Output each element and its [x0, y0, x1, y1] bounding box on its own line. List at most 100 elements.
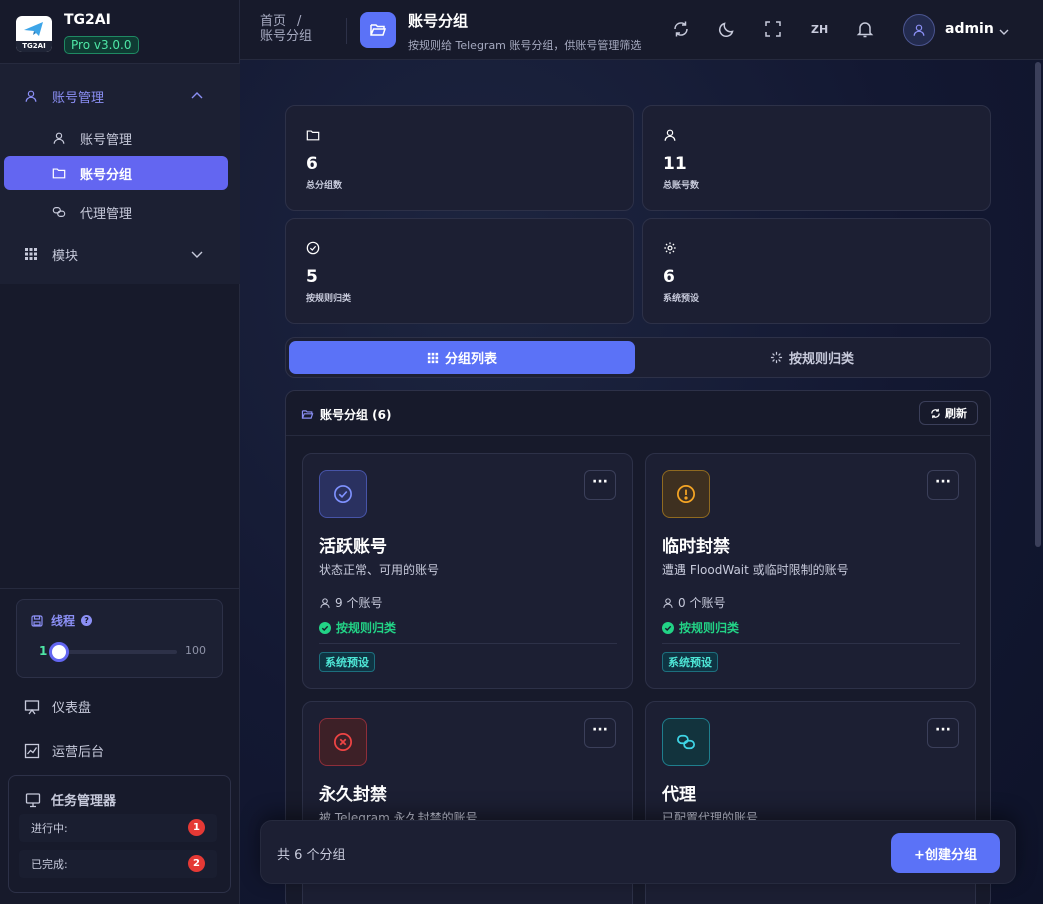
fullscreen-icon[interactable]: [764, 20, 782, 38]
view-tabs: 分组列表 按规则归类: [285, 337, 991, 378]
panel-title: 账号分组 (6): [301, 406, 392, 423]
group-desc: 状态正常、可用的账号: [319, 563, 440, 577]
x-circle-icon: [334, 733, 352, 751]
user-icon: [913, 24, 925, 36]
breadcrumb-current: 账号分组: [260, 29, 313, 44]
sidebar-item-label: 账号管理: [80, 132, 133, 148]
thread-title: 线程 ?: [31, 612, 93, 629]
scrollbar[interactable]: [1035, 62, 1041, 547]
sidebar-bottom: 线程 ? 1 100 仪表盘 运营后台 任务管理器 进行中: 1 已完成: 2: [0, 588, 240, 904]
group-name: 活跃账号: [319, 537, 387, 557]
task-row-label: 进行中:: [31, 822, 68, 835]
create-group-button[interactable]: +创建分组: [891, 833, 1000, 873]
stat-label: 按规则归类: [306, 294, 352, 304]
stat-label: 系统预设: [663, 294, 700, 304]
bell-icon[interactable]: [856, 20, 874, 38]
breadcrumb-home[interactable]: 首页: [260, 14, 312, 29]
divider: [319, 643, 617, 644]
slider-max: 100: [185, 644, 206, 657]
slider-handle[interactable]: [49, 642, 69, 662]
grid-icon: [427, 352, 439, 363]
app-logo[interactable]: TG2AI: [16, 16, 52, 52]
user-icon: [25, 90, 37, 102]
task-row-completed[interactable]: 已完成: 2: [19, 850, 217, 878]
language-toggle[interactable]: ZH: [811, 23, 828, 36]
thread-slider[interactable]: [49, 642, 177, 662]
more-button[interactable]: ···: [927, 470, 959, 500]
group-total: 共 6 个分组: [277, 848, 346, 863]
group-card-temp-ban[interactable]: ··· 临时封禁 遭遇 FloodWait 或临时限制的账号 0 个账号 按规则…: [645, 453, 976, 689]
logo-text: TG2AI: [16, 41, 52, 52]
username[interactable]: admin: [945, 21, 994, 37]
task-count-badge: 2: [188, 855, 205, 872]
panel-header: 账号分组 (6) 刷新: [286, 391, 990, 436]
help-icon[interactable]: ?: [81, 615, 93, 626]
task-manager: 任务管理器 进行中: 1 已完成: 2: [8, 775, 231, 893]
more-button[interactable]: ···: [584, 718, 616, 748]
alert-circle-icon: [677, 485, 695, 503]
sidebar-group-accounts[interactable]: 账号管理: [24, 86, 216, 106]
group-name: 临时封禁: [662, 537, 730, 557]
group-tag: 系统预设: [662, 652, 718, 672]
monitor-icon: [25, 792, 41, 807]
stat-card-system-preset: 6 系统预设: [642, 218, 991, 324]
page-subtitle: 按规则给 Telegram 账号分组，供账号管理筛选: [408, 39, 642, 52]
check-circle-icon: [319, 621, 331, 634]
check-circle-icon: [334, 485, 352, 503]
group-rule: 按规则归类: [662, 619, 739, 636]
sidebar: TG2AI TG2AI Pro v3.0.0 账号管理 账号管理 账号分组 代理…: [0, 0, 240, 904]
sidebar-link-label: 运营后台: [52, 745, 105, 760]
group-icon: [662, 470, 710, 518]
user-icon: [320, 597, 330, 608]
task-row-running[interactable]: 进行中: 1: [19, 814, 217, 842]
user-icon: [663, 597, 673, 608]
sidebar-link-operations[interactable]: 运营后台: [24, 741, 104, 760]
divider: [662, 643, 960, 644]
check-circle-icon: [306, 241, 320, 255]
group-tag: 系统预设: [319, 652, 375, 672]
refresh-icon[interactable]: [672, 20, 690, 38]
sidebar-item-proxy[interactable]: 代理管理: [52, 202, 132, 222]
thread-label: 线程: [51, 614, 76, 628]
more-button[interactable]: ···: [927, 718, 959, 748]
folder-open-icon: [370, 24, 387, 36]
stat-value: 11: [663, 154, 687, 174]
group-card-active[interactable]: ··· 活跃账号 状态正常、可用的账号 9 个账号 按规则归类 系统预设: [302, 453, 633, 689]
breadcrumb-separator: /: [297, 14, 302, 29]
tab-group-list[interactable]: 分组列表: [289, 341, 635, 374]
top-bar: 首页 账号分组 / 账号分组 按规则给 Telegram 账号分组，供账号管理筛…: [240, 0, 1043, 60]
stat-card-rule-grouped: 5 按规则归类: [285, 218, 634, 324]
group-name: 永久封禁: [319, 785, 387, 805]
group-count: 0 个账号: [662, 594, 725, 611]
stat-card-total-accounts: 11 总账号数: [642, 105, 991, 211]
link-icon: [677, 734, 695, 750]
chevron-down-icon[interactable]: [998, 26, 1010, 38]
page-title: 账号分组: [408, 12, 469, 30]
task-row-label: 已完成:: [31, 858, 68, 871]
refresh-button[interactable]: 刷新: [919, 401, 978, 425]
more-button[interactable]: ···: [584, 470, 616, 500]
chart-icon: [24, 743, 40, 758]
sidebar-item-account-groups[interactable]: 账号分组: [4, 156, 228, 190]
sidebar-item-label: 代理管理: [80, 206, 133, 222]
gear-icon: [664, 242, 676, 254]
link-icon: [52, 207, 66, 217]
breadcrumb: 首页 账号分组: [260, 14, 312, 44]
refresh-icon: [931, 408, 940, 418]
thread-control: 线程 ? 1 100: [16, 599, 223, 678]
user-icon: [53, 132, 65, 144]
group-icon: [662, 718, 710, 766]
sidebar-item-account-manage[interactable]: 账号管理: [52, 128, 132, 148]
sidebar-group-modules[interactable]: 模块: [24, 244, 216, 264]
avatar[interactable]: [903, 14, 935, 46]
presentation-icon: [24, 699, 40, 714]
sidebar-group-label: 账号管理: [52, 90, 105, 106]
folder-open-icon: [301, 410, 314, 419]
tab-rule-grouping[interactable]: 按规则归类: [635, 341, 989, 374]
user-icon: [664, 129, 676, 141]
slider-value: 1: [39, 644, 48, 658]
sidebar-link-dashboard[interactable]: 仪表盘: [24, 697, 91, 716]
group-count: 9 个账号: [319, 594, 382, 611]
version-badge: Pro v3.0.0: [64, 36, 139, 54]
moon-icon[interactable]: [718, 20, 736, 38]
